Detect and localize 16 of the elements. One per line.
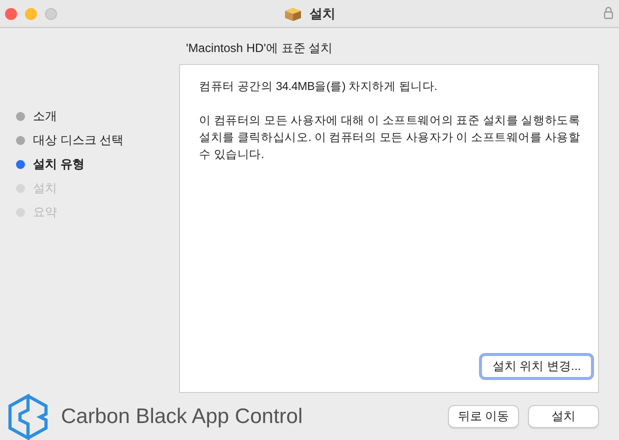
page-heading: 'Macintosh HD'에 표준 설치 [185,40,334,57]
step-label: 설치 유형 [33,156,84,172]
lock-icon[interactable] [604,6,613,19]
description-text: 이 컴퓨터의 모든 사용자에 대해 이 소프트웨어의 표준 설치를 실행하도록 설치를 클릭하십시오. 이 컴퓨터의 모든 사용자가 이 소프트웨어를 사용할 수 있습니다. [199,113,582,163]
step-label: 소개 [33,108,57,124]
package-icon [284,6,302,22]
brand-name: Carbon Black App Control [61,404,303,428]
step-label: 대상 디스크 선택 [33,132,124,148]
window-title: 설치 [310,4,336,22]
zoom-button[interactable] [45,8,57,20]
minimize-button[interactable] [25,8,37,20]
change-location-button[interactable]: 설치 위치 변경... [479,353,594,380]
description-text: 컴퓨터 공간의 34.4MB을(를) 차지하게 됩니다. [199,79,438,95]
footer-button[interactable]: 설치 [528,405,599,428]
footer-button[interactable]: 뒤로 이동 [448,405,519,428]
close-button[interactable] [5,8,17,20]
